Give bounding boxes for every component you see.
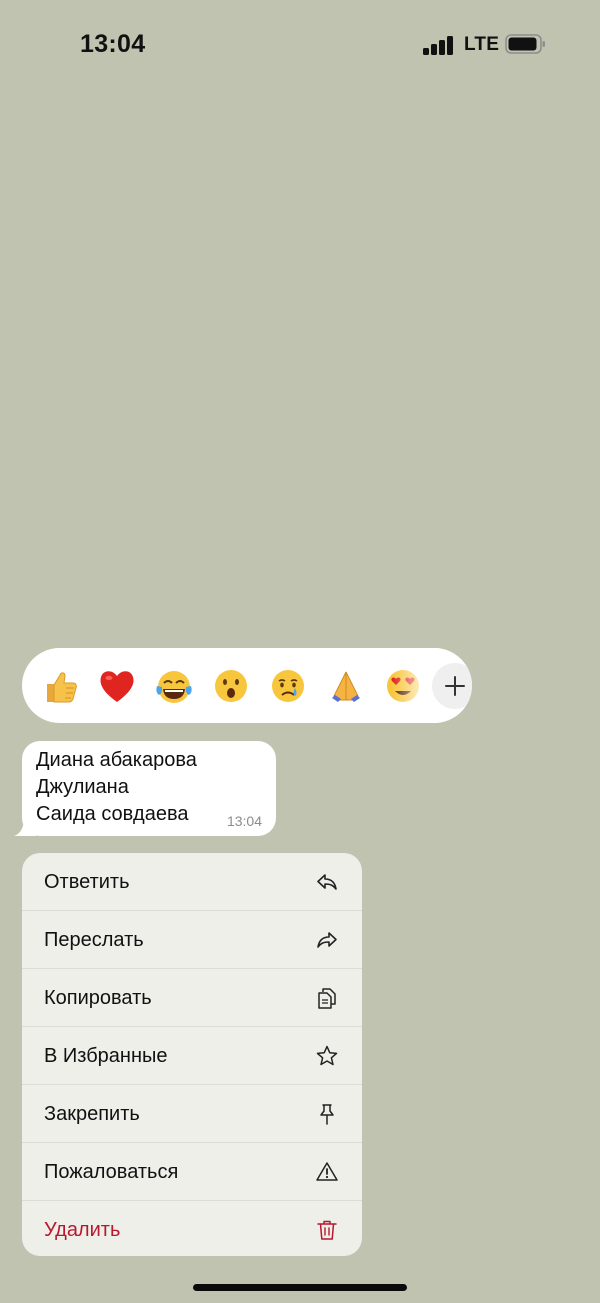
crying-emoji[interactable] xyxy=(266,664,310,708)
menu-item-label: Пожаловаться xyxy=(44,1160,179,1183)
add-reaction-button[interactable] xyxy=(432,663,472,709)
message-line-2: Джулиана xyxy=(36,776,129,798)
home-indicator[interactable] xyxy=(193,1284,407,1291)
menu-item-report[interactable]: Пожаловаться xyxy=(22,1143,362,1201)
menu-item-reply[interactable]: Ответить xyxy=(22,853,362,911)
network-type: LTE xyxy=(464,34,500,55)
forward-icon xyxy=(314,927,340,953)
menu-item-copy[interactable]: Копировать xyxy=(22,969,362,1027)
status-bar: 13:04 LTE xyxy=(0,0,600,90)
reply-icon xyxy=(314,869,340,895)
menu-item-label: Копировать xyxy=(44,986,152,1009)
menu-item-pin[interactable]: Закрепить xyxy=(22,1085,362,1143)
thumbs-up-emoji[interactable] xyxy=(38,664,82,708)
context-menu: Ответить Переслать Копировать В Избранны… xyxy=(22,853,362,1256)
menu-item-favorites[interactable]: В Избранные xyxy=(22,1027,362,1085)
tears-of-joy-emoji[interactable] xyxy=(152,664,196,708)
battery-icon xyxy=(505,34,547,54)
plus-icon xyxy=(445,676,465,696)
menu-item-label: Удалить xyxy=(44,1218,121,1241)
menu-item-label: Переслать xyxy=(44,928,144,951)
surprised-emoji[interactable] xyxy=(209,664,253,708)
menu-item-label: Закрепить xyxy=(44,1102,140,1125)
message-bubble[interactable]: Диана абакарова Джулиана Саида совдаева … xyxy=(22,741,276,836)
menu-item-delete[interactable]: Удалить xyxy=(22,1201,362,1256)
message-line-1: Диана абакарова xyxy=(36,749,197,771)
warning-icon xyxy=(314,1159,340,1185)
status-time: 13:04 xyxy=(80,30,146,58)
message-time: 13:04 xyxy=(226,813,262,829)
red-heart-emoji[interactable] xyxy=(95,664,139,708)
copy-icon xyxy=(314,985,340,1011)
signal-icon xyxy=(423,35,455,55)
star-icon xyxy=(314,1043,340,1069)
reaction-bar xyxy=(22,648,472,723)
menu-item-forward[interactable]: Переслать xyxy=(22,911,362,969)
pin-icon xyxy=(314,1101,340,1127)
menu-item-label: В Избранные xyxy=(44,1044,168,1067)
message-line-3: Саида совдаева xyxy=(36,803,189,825)
folded-hands-emoji[interactable] xyxy=(324,664,368,708)
trash-icon xyxy=(314,1217,340,1243)
menu-item-label: Ответить xyxy=(44,870,130,893)
